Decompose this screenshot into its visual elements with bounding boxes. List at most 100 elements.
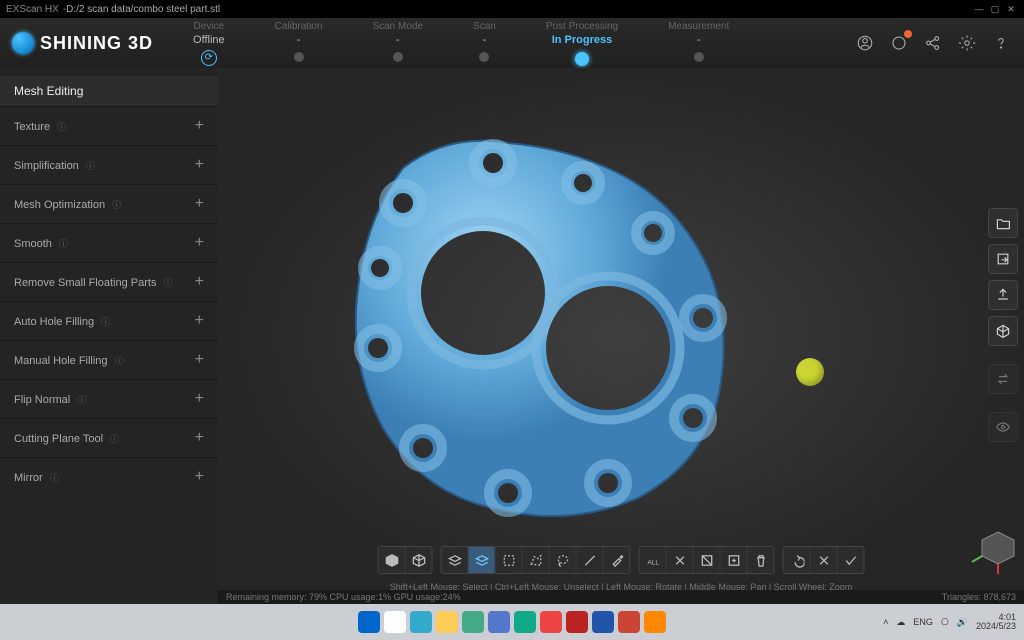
sidebar-item-smooth[interactable]: Smooth ⓘ+ <box>0 223 218 262</box>
info-icon[interactable]: ⓘ <box>86 161 95 171</box>
settings-icon[interactable] <box>956 32 978 54</box>
sidebar-item-flip-normal[interactable]: Flip Normal ⓘ+ <box>0 379 218 418</box>
step-scan[interactable]: Scan - <box>473 21 496 66</box>
lasso-icon <box>555 553 570 568</box>
sidebar-item-mesh-optimization[interactable]: Mesh Optimization ⓘ+ <box>0 184 218 223</box>
info-icon[interactable]: ⓘ <box>110 434 119 444</box>
taskbar-filezilla-icon[interactable] <box>566 611 588 633</box>
brush-button[interactable] <box>604 547 630 573</box>
taskbar-teams-icon[interactable] <box>488 611 510 633</box>
undo-icon <box>789 553 804 568</box>
expand-icon[interactable]: + <box>195 156 204 174</box>
taskbar-windows-icon[interactable] <box>358 611 380 633</box>
lasso-button[interactable] <box>550 547 577 573</box>
undo-button[interactable] <box>784 547 811 573</box>
taskbar-hx-icon[interactable] <box>644 611 666 633</box>
rect-sel-button[interactable] <box>496 547 523 573</box>
share-icon[interactable] <box>922 32 944 54</box>
account-icon[interactable] <box>854 32 876 54</box>
cube-wire-button[interactable] <box>406 547 432 573</box>
step-measurement[interactable]: Measurement - <box>668 21 729 66</box>
taskbar-word-icon[interactable] <box>592 611 614 633</box>
taskbar-search-icon[interactable] <box>384 611 406 633</box>
window-maximize-button[interactable]: ▢ <box>988 3 1002 15</box>
layers-on-button[interactable] <box>469 547 496 573</box>
sidebar-title: Mesh Editing <box>0 76 218 106</box>
tray-onedrive-icon[interactable]: ☁ <box>896 617 905 628</box>
help-icon[interactable] <box>990 32 1012 54</box>
expand-icon[interactable]: + <box>195 273 204 291</box>
eye-tool[interactable] <box>988 412 1018 442</box>
export-tool[interactable] <box>988 244 1018 274</box>
info-icon[interactable]: ⓘ <box>112 200 121 210</box>
taskbar-chrome-icon[interactable] <box>540 611 562 633</box>
info-icon[interactable]: ⓘ <box>50 473 59 483</box>
expand-button[interactable] <box>721 547 748 573</box>
info-icon[interactable]: ⓘ <box>101 317 110 327</box>
tray-chevron-icon[interactable]: ˄ <box>883 617 888 627</box>
info-icon[interactable]: ⓘ <box>164 278 173 288</box>
x1-button[interactable] <box>667 547 694 573</box>
tray-date[interactable]: 2024/5/23 <box>976 622 1016 631</box>
sidebar-item-cutting-plane-tool[interactable]: Cutting Plane Tool ⓘ+ <box>0 418 218 457</box>
sidebar-item-auto-hole-filling[interactable]: Auto Hole Filling ⓘ+ <box>0 301 218 340</box>
step-label: Calibration <box>275 21 323 32</box>
trash-button[interactable] <box>748 547 774 573</box>
info-icon[interactable]: ⓘ <box>59 239 68 249</box>
taskbar-copilot-icon[interactable] <box>410 611 432 633</box>
scanned-mesh-model[interactable] <box>308 108 758 528</box>
step-label: Device <box>194 21 225 32</box>
step-calibration[interactable]: Calibration - <box>275 21 323 66</box>
layers-off-button[interactable] <box>442 547 469 573</box>
window-minimize-button[interactable]: — <box>972 3 986 15</box>
layers-off-icon <box>447 553 462 568</box>
package-tool[interactable] <box>988 316 1018 346</box>
taskbar-explorer-icon[interactable] <box>436 611 458 633</box>
info-icon[interactable]: ⓘ <box>77 395 86 405</box>
step-scan-mode[interactable]: Scan Mode - <box>372 21 423 66</box>
poly-sel-button[interactable] <box>523 547 550 573</box>
sidebar-item-texture[interactable]: Texture ⓘ+ <box>0 106 218 145</box>
line-sel-icon <box>582 553 597 568</box>
tray-lang[interactable]: ENG <box>913 617 933 627</box>
window-close-button[interactable]: ✕ <box>1004 3 1018 15</box>
step-dot-icon <box>479 52 489 62</box>
3d-viewport[interactable]: ALL Shift+Left Mouse: Select | Ctrl+Left… <box>218 68 1024 604</box>
line-sel-button[interactable] <box>577 547 604 573</box>
tray-volume-icon[interactable]: 🔊 <box>957 617 968 628</box>
folder-tool[interactable] <box>988 208 1018 238</box>
windows-taskbar[interactable]: ˄ ☁ ENG ⎔ 🔊 4:01 2024/5/23 <box>0 604 1024 640</box>
step-device[interactable]: Device Offline ⟳ <box>193 21 225 66</box>
sidebar-item-simplification[interactable]: Simplification ⓘ+ <box>0 145 218 184</box>
view-gizmo[interactable] <box>968 524 1018 574</box>
status-left: Remaining memory: 79% CPU usage:1% GPU u… <box>226 592 461 602</box>
expand-icon[interactable]: + <box>195 234 204 252</box>
x2-button[interactable] <box>811 547 838 573</box>
sidebar-item-remove-small-floating-parts[interactable]: Remove Small Floating Parts ⓘ+ <box>0 262 218 301</box>
upload-tool[interactable] <box>988 280 1018 310</box>
info-icon[interactable]: ⓘ <box>115 356 124 366</box>
expand-icon[interactable]: + <box>195 468 204 486</box>
invert-button[interactable] <box>694 547 721 573</box>
poly-sel-icon <box>528 553 543 568</box>
expand-icon[interactable]: + <box>195 195 204 213</box>
taskbar-ppt-icon[interactable] <box>618 611 640 633</box>
taskbar-edge-icon[interactable] <box>514 611 536 633</box>
swap-tool[interactable] <box>988 364 1018 394</box>
info-icon[interactable]: ⓘ <box>57 122 66 132</box>
step-label: Scan Mode <box>372 21 423 32</box>
all-button[interactable]: ALL <box>640 547 667 573</box>
expand-icon[interactable]: + <box>195 390 204 408</box>
expand-icon[interactable]: + <box>195 117 204 135</box>
expand-icon[interactable]: + <box>195 351 204 369</box>
expand-icon[interactable]: + <box>195 429 204 447</box>
sidebar-item-manual-hole-filling[interactable]: Manual Hole Filling ⓘ+ <box>0 340 218 379</box>
notifications-icon[interactable] <box>888 32 910 54</box>
taskbar-chat-icon[interactable] <box>462 611 484 633</box>
sidebar-item-mirror[interactable]: Mirror ⓘ+ <box>0 457 218 496</box>
check-button[interactable] <box>838 547 864 573</box>
tray-wifi-icon[interactable]: ⎔ <box>941 617 949 628</box>
step-post-processing[interactable]: Post Processing In Progress <box>546 21 618 66</box>
cube-solid-button[interactable] <box>379 547 406 573</box>
expand-icon[interactable]: + <box>195 312 204 330</box>
